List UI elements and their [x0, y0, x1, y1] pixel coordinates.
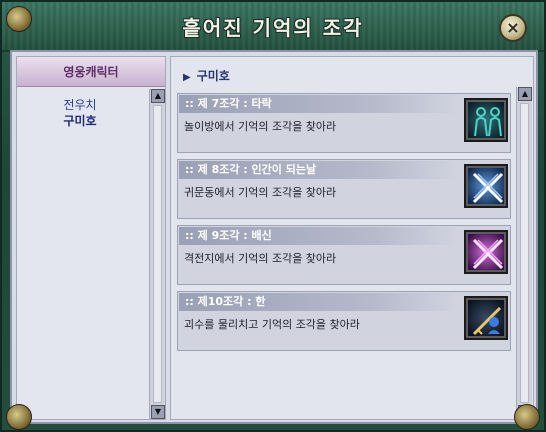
quest-description: 괴수를 물리치고 기억의 조각을 찾아라 [184, 318, 360, 331]
quest-description: 격전지에서 기억의 조각을 찾아라 [184, 252, 337, 265]
hero-list: 전우치 구미호 [25, 97, 135, 129]
close-button[interactable]: × [499, 14, 527, 42]
hero-character-header: 영웅캐릭터 [17, 57, 165, 87]
hero-list-scrollbar[interactable]: ▲ ▼ [149, 89, 165, 419]
corner-ornament-icon [514, 404, 540, 430]
selected-hero-breadcrumb: ▶ 구미호 [183, 67, 230, 84]
quest-description: 귀문동에서 기억의 조각을 찾아라 [184, 186, 337, 199]
window-title: 흩어진 기억의 조각 [182, 16, 364, 40]
quest-list-scrollbar[interactable]: ▲ ▼ [516, 87, 532, 419]
hero-character-panel: 영웅캐릭터 전우치 구미호 ▲ ▼ [16, 56, 166, 420]
memory-fragments-window: 흩어진 기억의 조각 × 영웅캐릭터 전우치 구미호 ▲ ▼ ▶ 구미호 :: 제… [0, 0, 546, 432]
quest-title: :: 제 8조각 : 인간이 되는날 [179, 161, 459, 179]
triangle-right-icon: ▶ [183, 72, 191, 83]
quest-description: 놀이방에서 기억의 조각을 찾아라 [184, 120, 337, 133]
title-bar[interactable]: 흩어진 기억의 조각 × [2, 2, 544, 52]
quest-item[interactable]: :: 제 8조각 : 인간이 되는날 귀문동에서 기억의 조각을 찾아라 [177, 159, 511, 219]
scroll-up-arrow-icon[interactable]: ▲ [151, 89, 165, 103]
warrior-icon [464, 296, 508, 340]
hero-item-gumiho[interactable]: 구미호 [25, 113, 135, 129]
quest-list-panel: ▶구미호 :: 제 7조각 : 타락 놀이방에서 기억의 조각을 찾아라 :: [170, 56, 534, 420]
quest-title: :: 제10조각 : 한 [179, 293, 459, 311]
breadcrumb-label: 구미호 [196, 69, 230, 83]
corner-ornament-icon [6, 404, 32, 430]
crossed-swords-icon [464, 164, 508, 208]
scroll-down-arrow-icon[interactable]: ▼ [151, 405, 165, 419]
quest-item[interactable]: :: 제 7조각 : 타락 놀이방에서 기억의 조각을 찾아라 [177, 93, 511, 153]
content-frame: 영웅캐릭터 전우치 구미호 ▲ ▼ ▶ 구미호 :: 제 7조각 : 타락 놀이방… [10, 50, 538, 424]
quest-item[interactable]: :: 제10조각 : 한 괴수를 물리치고 기억의 조각을 찾아라 [177, 291, 511, 351]
quest-title: :: 제 9조각 : 배신 [179, 227, 459, 245]
hero-item-jeonwoochi[interactable]: 전우치 [25, 97, 135, 113]
figures-icon [464, 98, 508, 142]
quest-title: :: 제 7조각 : 타락 [179, 95, 459, 113]
scroll-track[interactable] [520, 103, 529, 403]
quest-item[interactable]: :: 제 9조각 : 배신 격전지에서 기억의 조각을 찾아라 [177, 225, 511, 285]
scroll-track[interactable] [153, 105, 162, 403]
scroll-up-arrow-icon[interactable]: ▲ [518, 87, 532, 101]
crossed-swords-purple-icon [464, 230, 508, 274]
